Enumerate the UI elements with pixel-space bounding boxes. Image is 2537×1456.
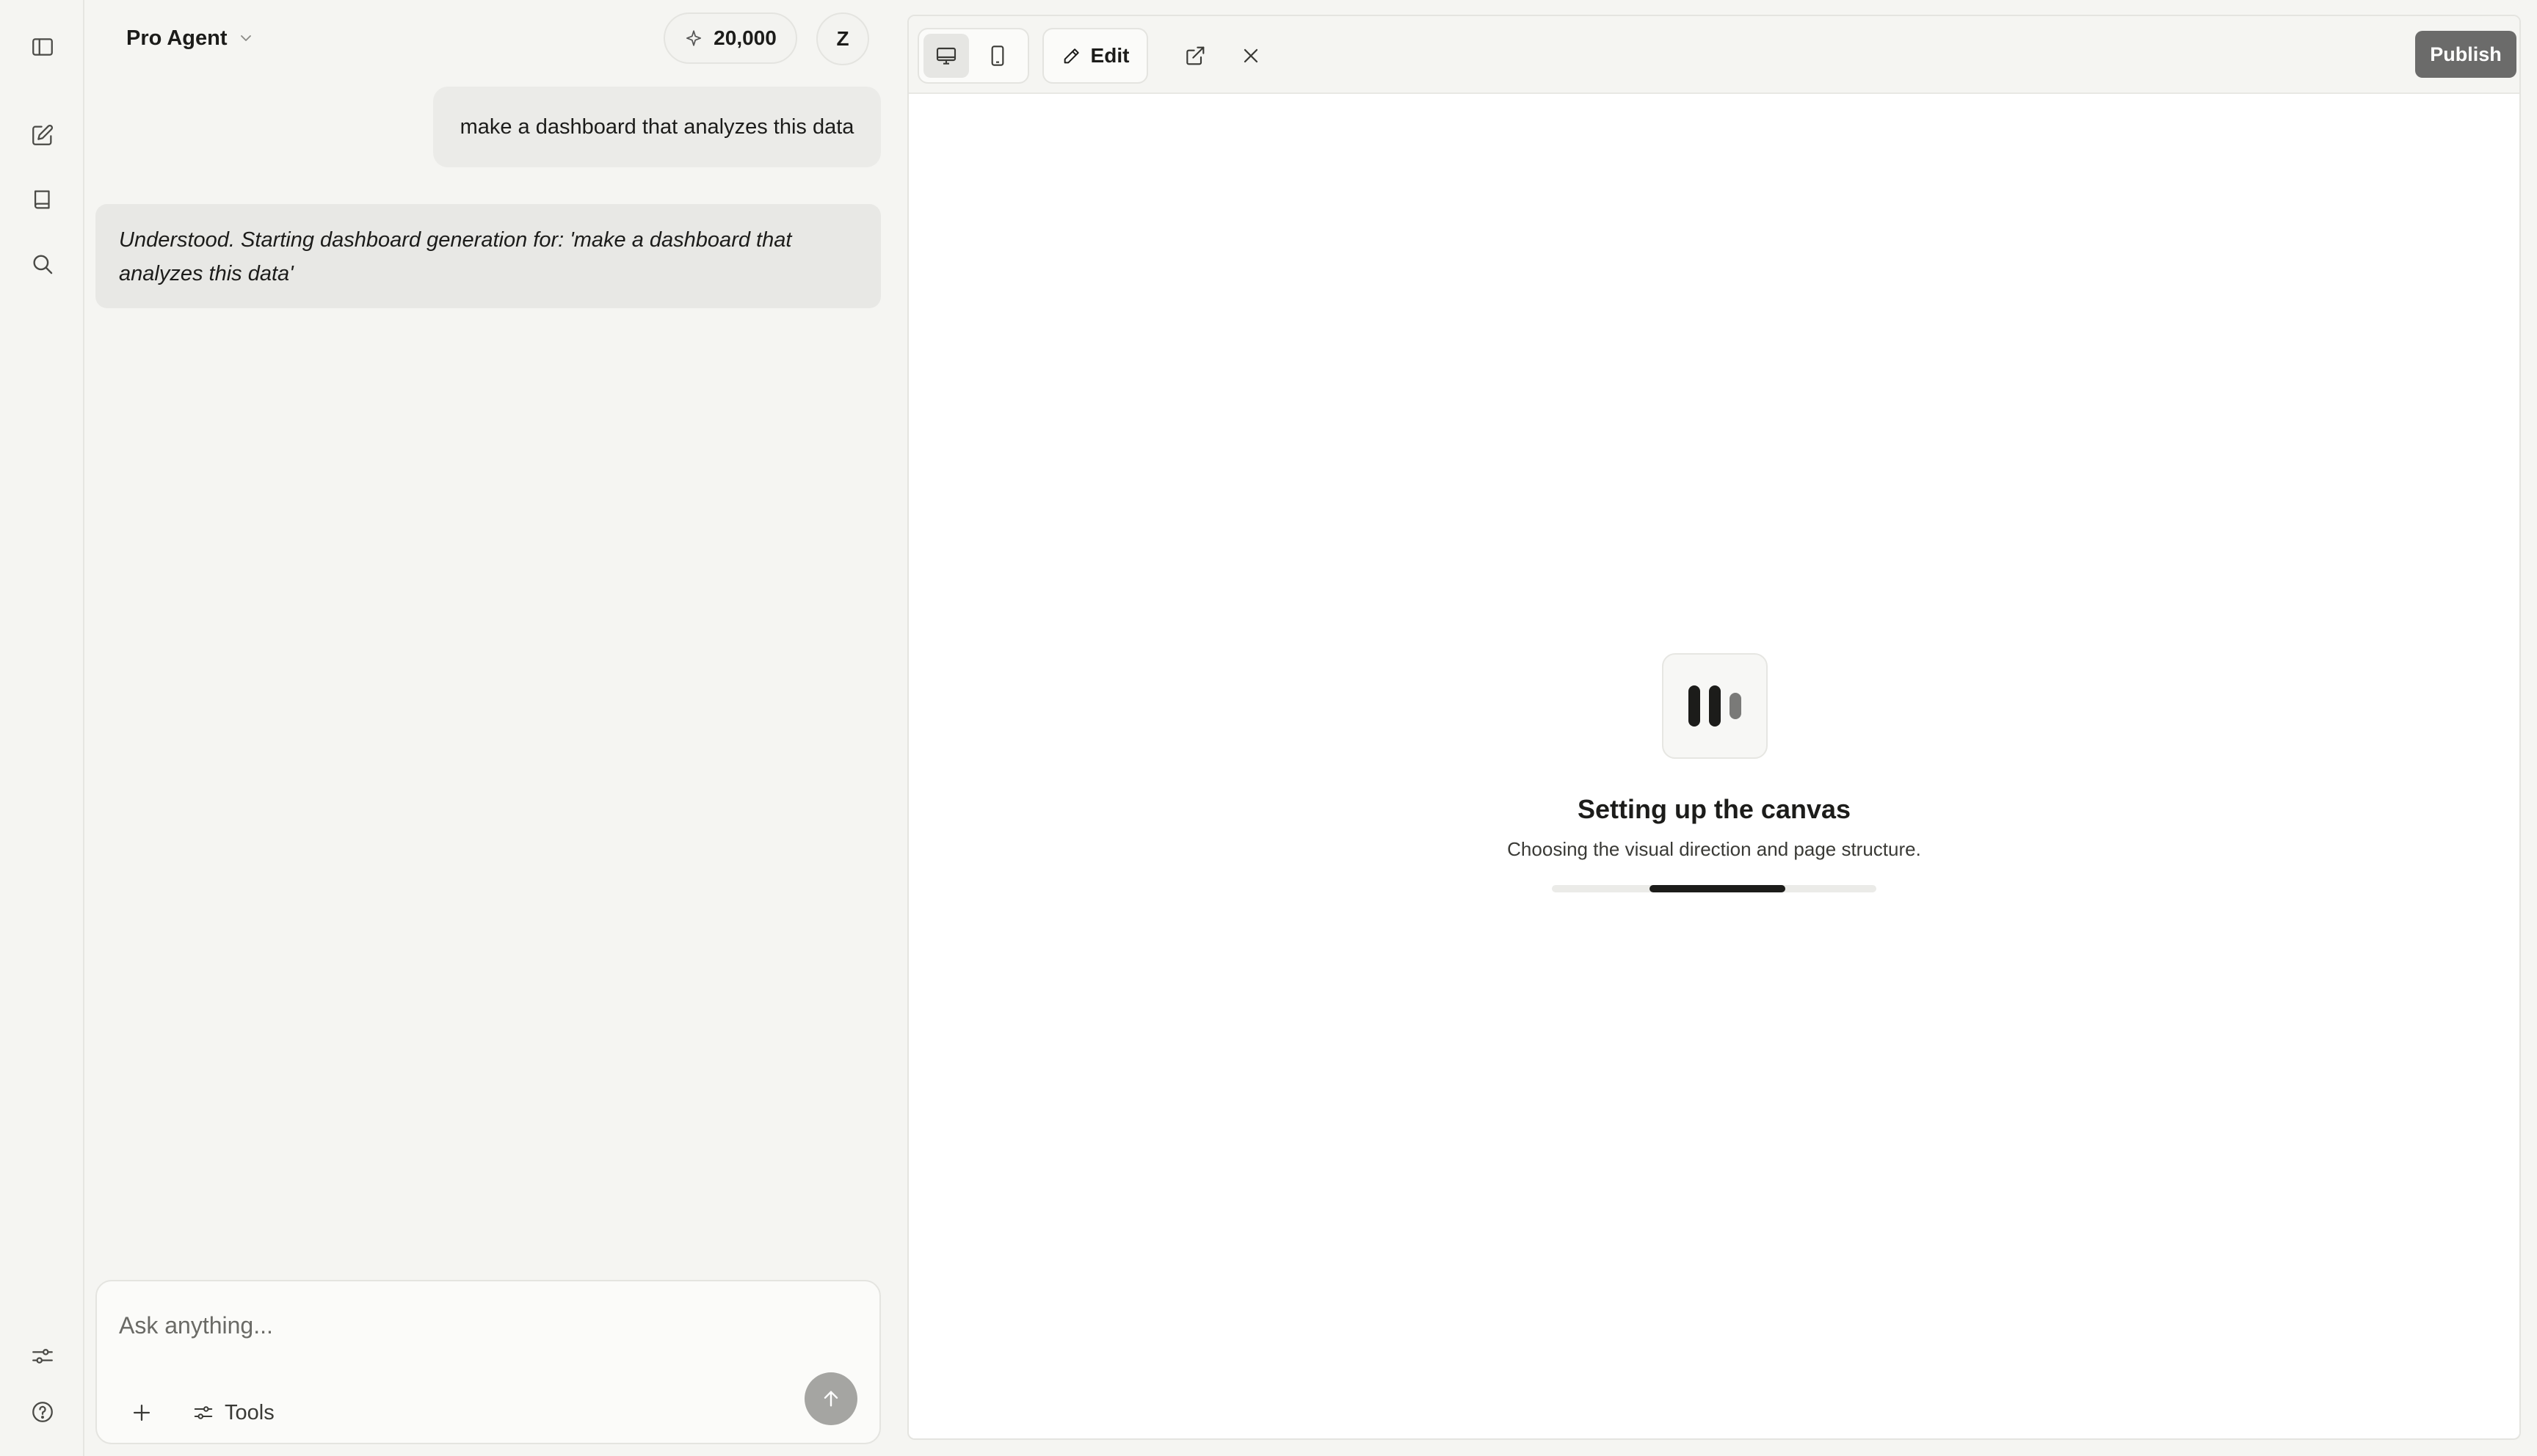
preview-panel: Edit Publish Setting up the canvas Choos… — [907, 15, 2521, 1440]
loading-bar-1 — [1688, 685, 1700, 727]
attach-button[interactable] — [123, 1394, 160, 1431]
send-button[interactable] — [805, 1372, 857, 1425]
plus-icon — [133, 1404, 150, 1422]
loading-title: Setting up the canvas — [1577, 794, 1851, 824]
settings-sliders-icon[interactable] — [22, 1336, 63, 1377]
user-message-text: make a dashboard that analyzes this data — [460, 114, 854, 139]
search-icon[interactable] — [22, 244, 63, 285]
credits-count: 20,000 — [714, 26, 777, 49]
chat-panel: Pro Agent 20,000 Z make a dashboard that… — [85, 0, 907, 1456]
sidebar-toggle-icon[interactable] — [22, 26, 63, 68]
agent-message-text: Understood. Starting dashboard generatio… — [119, 228, 792, 285]
sliders-icon — [194, 1406, 213, 1419]
app-root: Pro Agent 20,000 Z make a dashboard that… — [0, 0, 2537, 1456]
loading-subtitle: Choosing the visual direction and page s… — [1507, 838, 1921, 860]
user-message: make a dashboard that analyzes this data — [433, 87, 881, 167]
chat-composer: Tools — [95, 1280, 881, 1444]
tools-label: Tools — [225, 1400, 275, 1424]
loading-progress-track — [1552, 885, 1876, 892]
agent-selector[interactable]: Pro Agent — [126, 22, 255, 54]
avatar[interactable]: Z — [816, 12, 869, 65]
tools-button[interactable]: Tools — [192, 1394, 275, 1431]
agent-selector-label: Pro Agent — [126, 26, 228, 50]
help-icon[interactable] — [22, 1391, 63, 1433]
chevron-down-icon — [241, 35, 252, 41]
arrow-up-icon — [824, 1391, 838, 1407]
avatar-initial: Z — [836, 27, 849, 50]
chat-input[interactable] — [119, 1305, 853, 1346]
icon-rail — [0, 0, 84, 1456]
agent-message: Understood. Starting dashboard generatio… — [95, 204, 881, 308]
loading-bar-2 — [1709, 685, 1721, 727]
loading-bars-icon — [1662, 653, 1768, 759]
library-icon[interactable] — [22, 179, 63, 220]
credits-badge[interactable]: 20,000 — [664, 12, 797, 64]
loading-bar-3 — [1730, 693, 1741, 719]
new-chat-icon[interactable] — [22, 114, 63, 156]
canvas-loading-state: Setting up the canvas Choosing the visua… — [909, 16, 2519, 1438]
loading-progress-fill — [1649, 885, 1786, 892]
sparkle-icon — [686, 30, 702, 46]
